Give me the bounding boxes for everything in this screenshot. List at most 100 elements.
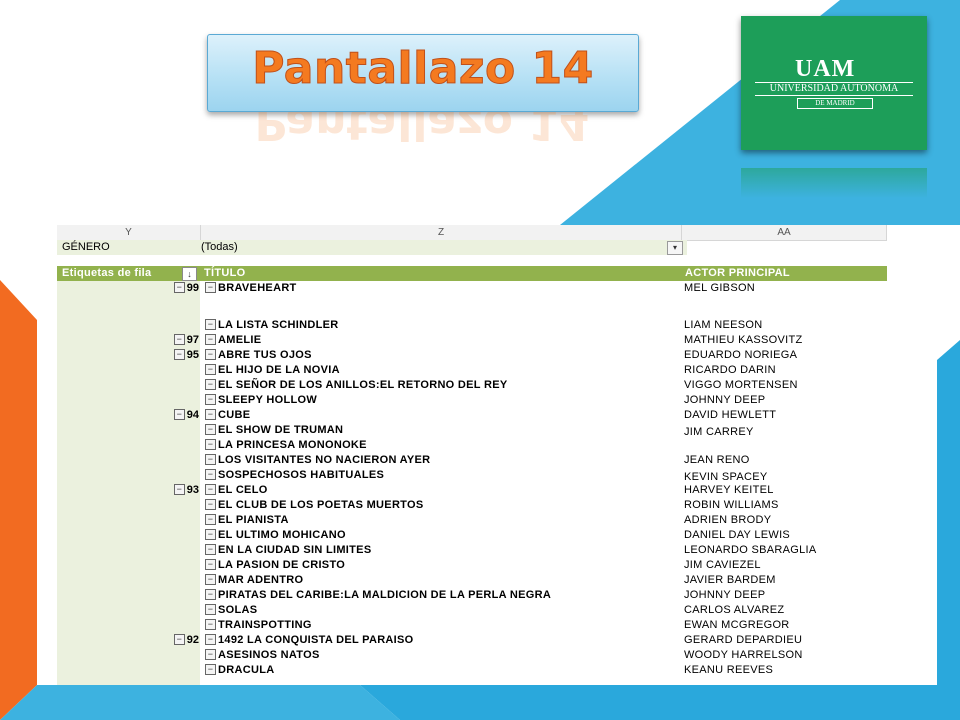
row-title[interactable]: − LA PASION DE CRISTO (205, 558, 345, 573)
collapse-icon[interactable]: − (205, 649, 216, 660)
row-actor[interactable]: JOHNNY DEEP (684, 588, 765, 603)
row-title-text: ASESINOS NATOS (218, 649, 320, 661)
collapse-icon[interactable]: − (205, 619, 216, 630)
row-actor[interactable]: CARLOS ALVAREZ (684, 603, 784, 618)
row-actor[interactable]: DANIEL DAY LEWIS (684, 528, 790, 543)
row-title[interactable]: − LOS VISITANTES NO NACIERON AYER (205, 453, 430, 468)
row-title[interactable]: − SOLAS (205, 603, 257, 618)
row-actor[interactable]: LIAM NEESON (684, 318, 763, 333)
dropdown-arrow-icon[interactable]: ▾ (667, 241, 683, 255)
row-actor[interactable]: HARVEY KEITEL (684, 483, 774, 498)
collapse-icon[interactable]: − (205, 394, 216, 405)
collapse-icon[interactable]: − (205, 409, 216, 420)
row-title[interactable]: − SOSPECHOSOS HABITUALES (205, 468, 384, 483)
row-actor[interactable]: DAVID HEWLETT (684, 408, 776, 423)
filter-value[interactable]: (Todas) (201, 240, 238, 255)
row-title[interactable]: − DRACULA (205, 663, 274, 678)
row-title[interactable]: − EL SEÑOR DE LOS ANILLOS:EL RETORNO DEL … (205, 378, 507, 393)
collapse-icon[interactable]: − (205, 484, 216, 495)
row-actor[interactable]: GERARD DEPARDIEU (684, 633, 802, 648)
collapse-icon[interactable]: − (205, 544, 216, 555)
collapse-icon[interactable]: − (205, 469, 216, 480)
row-title[interactable]: − EL HIJO DE LA NOVIA (205, 363, 340, 378)
row-title-text: EL CLUB DE LOS POETAS MUERTOS (218, 499, 424, 511)
collapse-icon[interactable]: − (205, 454, 216, 465)
row-title[interactable]: − CUBE (205, 408, 250, 423)
row-actor[interactable]: LEONARDO SBARAGLIA (684, 543, 817, 558)
row-score[interactable]: −97 (171, 333, 199, 348)
row-score[interactable]: −93 (171, 483, 199, 498)
row-actor[interactable]: WOODY HARRELSON (684, 648, 803, 663)
collapse-icon[interactable]: − (173, 334, 185, 345)
logo-reflection (741, 168, 927, 198)
row-title[interactable]: − LA PRINCESA MONONOKE (205, 438, 367, 453)
collapse-icon[interactable]: − (205, 424, 216, 435)
row-title-text: MAR ADENTRO (218, 574, 304, 586)
collapse-icon[interactable]: − (205, 529, 216, 540)
row-actor[interactable]: VIGGO MORTENSEN (684, 378, 798, 393)
collapse-icon[interactable]: − (205, 574, 216, 585)
collapse-icon[interactable]: − (173, 282, 185, 293)
collapse-icon[interactable]: − (205, 282, 216, 293)
collapse-icon[interactable]: − (205, 664, 216, 675)
logo-uam-text: UAM (795, 56, 856, 82)
row-actor[interactable]: EDUARDO NORIEGA (684, 348, 797, 363)
collapse-icon[interactable]: − (173, 409, 185, 420)
collapse-icon[interactable]: − (205, 379, 216, 390)
collapse-icon[interactable]: − (205, 439, 216, 450)
collapse-icon[interactable]: − (173, 484, 185, 495)
row-title[interactable]: − EL ULTIMO MOHICANO (205, 528, 346, 543)
collapse-icon[interactable]: − (173, 634, 185, 645)
row-title[interactable]: − EL CLUB DE LOS POETAS MUERTOS (205, 498, 424, 513)
collapse-icon[interactable]: − (205, 604, 216, 615)
row-title[interactable]: − AMELIE (205, 333, 261, 348)
collapse-icon[interactable]: − (205, 319, 216, 330)
collapse-icon[interactable]: − (205, 514, 216, 525)
row-title[interactable]: − LA LISTA SCHINDLER (205, 318, 339, 333)
row-score[interactable]: −92 (171, 633, 199, 648)
row-title[interactable]: − TRAINSPOTTING (205, 618, 312, 633)
row-score[interactable]: −95 (171, 348, 199, 363)
collapse-icon[interactable]: − (205, 499, 216, 510)
row-actor[interactable]: JIM CARREY (684, 425, 754, 440)
collapse-icon[interactable]: − (205, 589, 216, 600)
row-title[interactable]: −1492 LA CONQUISTA DEL PARAISO (205, 633, 414, 648)
row-actor[interactable]: JIM CAVIEZEL (684, 558, 761, 573)
row-title-text: SOSPECHOSOS HABITUALES (218, 469, 385, 481)
row-title[interactable]: − EL PIANISTA (205, 513, 289, 528)
row-actor[interactable]: ROBIN WILLIAMS (684, 498, 779, 513)
collapse-icon[interactable]: − (205, 364, 216, 375)
column-header-aa[interactable]: AA (682, 225, 887, 241)
row-score-value: 99 (186, 282, 199, 294)
row-title[interactable]: − EL CELO (205, 483, 268, 498)
row-actor[interactable]: KEANU REEVES (684, 663, 773, 678)
row-actor[interactable]: JOHNNY DEEP (684, 393, 765, 408)
row-title[interactable]: − PIRATAS DEL CARIBE:LA MALDICION DE LA P… (205, 588, 551, 603)
row-actor[interactable]: MEL GIBSON (684, 281, 755, 296)
filter-row (57, 240, 687, 255)
slide-title-reflection: Pantallazo 14 (207, 112, 637, 152)
row-title[interactable]: − ABRE TUS OJOS (205, 348, 312, 363)
row-score[interactable]: −94 (171, 408, 199, 423)
row-actor[interactable]: JAVIER BARDEM (684, 573, 776, 588)
row-title[interactable]: − EL SHOW DE TRUMAN (205, 423, 343, 438)
collapse-icon[interactable]: − (205, 349, 216, 360)
collapse-icon[interactable]: − (205, 634, 216, 645)
column-header-y[interactable]: Y (57, 225, 201, 241)
row-title[interactable]: − EN LA CIUDAD SIN LIMITES (205, 543, 371, 558)
collapse-icon[interactable]: − (205, 334, 216, 345)
row-title[interactable]: − SLEEPY HOLLOW (205, 393, 317, 408)
column-header-z[interactable]: Z (201, 225, 682, 241)
row-title[interactable]: − ASESINOS NATOS (205, 648, 320, 663)
sort-filter-icon[interactable]: ↓ (182, 267, 197, 281)
collapse-icon[interactable]: − (205, 559, 216, 570)
row-actor[interactable]: ADRIEN BRODY (684, 513, 771, 528)
collapse-icon[interactable]: − (173, 349, 185, 360)
row-actor[interactable]: RICARDO DARIN (684, 363, 776, 378)
row-score[interactable]: −99 (171, 281, 199, 296)
row-actor[interactable]: EWAN MCGREGOR (684, 618, 790, 633)
row-title[interactable]: − MAR ADENTRO (205, 573, 303, 588)
row-title[interactable]: − BRAVEHEART (205, 281, 297, 296)
row-actor[interactable]: MATHIEU KASSOVITZ (684, 333, 803, 348)
row-actor[interactable]: JEAN RENO (684, 453, 750, 468)
